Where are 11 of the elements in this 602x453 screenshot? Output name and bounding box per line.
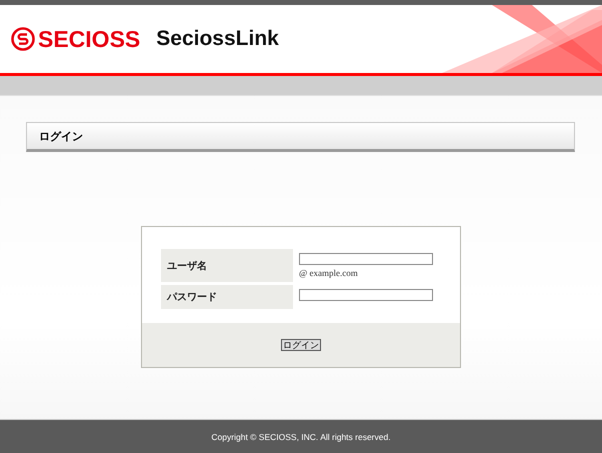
- input-field[interactable]: [299, 289, 433, 301]
- copyright-text: Copyright © SECIOSS, INC. All rights reserved.: [211, 432, 391, 442]
- field-label: ユーザ名: [161, 249, 293, 282]
- logo-icon: [11, 27, 35, 51]
- field-label: パスワード: [161, 285, 293, 309]
- login-button[interactable]: ログイン: [281, 339, 321, 351]
- field-hint: @ example.com: [299, 268, 359, 278]
- app-name: SeciossLink: [156, 27, 279, 51]
- panel-title: ログイン: [39, 130, 84, 144]
- input-field[interactable]: [299, 253, 433, 265]
- logo-text: SECIOSS: [38, 26, 140, 52]
